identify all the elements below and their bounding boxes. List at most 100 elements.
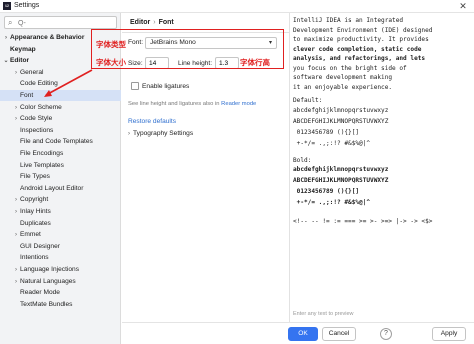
sidebar-item-label: Appearance & Behavior — [10, 34, 85, 41]
preview-intro-line: to maximize productivity. It provides — [293, 36, 429, 43]
chevron-right-icon: › — [15, 116, 17, 123]
preview-bold-line: 0123456789 (){}[] — [293, 188, 360, 195]
chevron-right-icon: › — [15, 69, 17, 76]
sidebar-item-label: Code Editing — [20, 80, 58, 88]
reader-mode-link[interactable]: Reader mode — [221, 101, 256, 107]
sidebar-item-label: General — [20, 68, 44, 76]
chevron-right-icon: › — [15, 232, 17, 239]
ligatures-hint: See line height and ligatures also in Re… — [128, 101, 256, 107]
sidebar-item-live-templates[interactable]: Live Templates — [0, 160, 121, 171]
settings-search[interactable]: ⌕ — [4, 16, 117, 29]
sidebar-item-file-types[interactable]: File Types — [0, 171, 121, 182]
breadcrumb-current: Font — [158, 19, 174, 26]
preview-intro-line: Development Environment (IDE) designed — [293, 26, 433, 34]
sidebar-item-code-style[interactable]: › Code Style — [0, 113, 121, 124]
sidebar-item-natural-languages[interactable]: › Natural Languages — [0, 276, 121, 287]
sidebar-item-file-encodings[interactable]: File Encodings — [0, 148, 121, 159]
restore-defaults-link[interactable]: Restore defaults — [128, 118, 176, 125]
sidebar-item-label: Duplicates — [20, 219, 51, 227]
sidebar-item-reader-mode[interactable]: Reader Mode — [0, 287, 121, 298]
sidebar-item-label: Inspections — [20, 126, 54, 134]
close-window-button[interactable]: ✕ — [452, 0, 474, 13]
sidebar-item-duplicates[interactable]: Duplicates — [0, 218, 121, 229]
font-preview-pane[interactable]: IntelliJ IDEA is an Integrated Developmen… — [289, 13, 474, 322]
title-bar: IJ Settings ✕ — [0, 0, 474, 13]
sidebar-item-label: File Encodings — [20, 150, 64, 157]
preview-intro-line: it an enjoyable experience. — [293, 83, 393, 91]
preview-bold-line: ABCDEFGHIJKLMNOPQRSTUVWXYZ — [293, 177, 389, 184]
sidebar-item-label: Reader Mode — [20, 289, 60, 297]
ligatures-label[interactable]: Enable ligatures — [142, 83, 189, 90]
sidebar-item-language-injections[interactable]: › Language Injections — [0, 264, 121, 275]
window-title: Settings — [14, 2, 40, 9]
chevron-right-icon: › — [15, 267, 17, 273]
sidebar-item-code-editing[interactable]: Code Editing — [0, 78, 121, 89]
sidebar-item-label: File Types — [20, 173, 50, 181]
chevron-right-icon: › — [15, 278, 17, 285]
sidebar-item-copyright[interactable]: › Copyright — [0, 194, 121, 205]
search-input[interactable] — [18, 18, 114, 28]
annotation-line-height: 字体行高 — [240, 58, 270, 67]
preview-intro-line: analysis, and refactorings, and lets — [293, 55, 426, 62]
sidebar-item-label: Color Scheme — [20, 103, 62, 111]
sidebar-item-label: Android Layout Editor — [20, 184, 84, 192]
ligatures-hint-text: See line height and ligatures also in — [128, 101, 220, 107]
sidebar-item-label: Code Style — [20, 115, 53, 123]
sidebar-item-gui-designer[interactable]: GUI Designer — [0, 241, 121, 252]
preview-ligature-line: <!-- -- != := === >= >- >=> |-> -> <$> — [293, 218, 433, 225]
sidebar-item-label: TextMate Bundles — [20, 300, 73, 308]
sidebar-item-label: Font — [20, 92, 34, 99]
sidebar-item-label: Keymap — [10, 45, 36, 53]
chevron-right-icon: › — [128, 131, 130, 137]
sidebar-item-label: Intentions — [20, 254, 49, 262]
preview-default-line: +-*/= .,;:!? #&$%@|^ — [293, 139, 371, 147]
breadcrumb: Editor › Font — [130, 19, 174, 26]
preview-default-line: abcdefghijklmnopqrstuvwxyz — [293, 106, 389, 114]
chevron-right-icon: › — [15, 197, 17, 204]
preview-intro-line: you focus on the bright side of — [293, 64, 407, 72]
ok-button[interactable]: OK — [288, 327, 318, 341]
breadcrumb-parent[interactable]: Editor — [130, 19, 150, 26]
sidebar-item-android-layout-editor[interactable]: Android Layout Editor — [0, 183, 121, 194]
sidebar-item-label: GUI Designer — [20, 242, 60, 250]
sidebar-item-label: Inlay Hints — [20, 208, 51, 215]
chevron-right-icon: › — [15, 209, 17, 215]
sidebar-item-label: Language Injections — [20, 266, 80, 273]
breadcrumb-separator: › — [153, 19, 156, 26]
preview-bold-heading: Bold: — [293, 156, 312, 164]
help-button[interactable]: ? — [380, 328, 392, 340]
annotation-font-size: 字体大小 — [96, 58, 126, 67]
sidebar-item-color-scheme[interactable]: › Color Scheme — [0, 102, 121, 113]
preview-default-line: 0123456789 (){}[] — [293, 128, 360, 136]
typography-settings-toggle[interactable]: › Typography Settings — [128, 130, 193, 137]
sidebar-item-label: Natural Languages — [20, 277, 76, 285]
ligatures-checkbox[interactable] — [131, 82, 139, 90]
preview-default-line: ABCDEFGHIJKLMNOPQRSTUVWXYZ — [293, 117, 389, 125]
sidebar-item-inspections[interactable]: Inspections — [0, 125, 121, 136]
sidebar-item-file-and-code-templates[interactable]: File and Code Templates — [0, 136, 121, 147]
sidebar-item-label: Editor — [10, 57, 30, 65]
chevron-right-icon: › — [15, 104, 17, 111]
search-icon: ⌕ — [8, 18, 13, 27]
sidebar-item-inlay-hints[interactable]: › Inlay Hints — [0, 206, 121, 217]
sidebar-item-intentions[interactable]: Intentions — [0, 252, 121, 263]
preview-placeholder: Enter any text to preview — [293, 311, 354, 317]
sidebar-item-textmate-bundles[interactable]: TextMate Bundles — [0, 299, 121, 310]
preview-intro-line: clever code completion, static code — [293, 45, 422, 53]
apply-button[interactable]: Apply — [432, 327, 466, 341]
chevron-right-icon: › — [5, 35, 7, 41]
sidebar-item-label: Live Templates — [20, 161, 64, 169]
preview-default-heading: Default: — [293, 97, 323, 104]
chevron-down-icon: ⌄ — [3, 58, 9, 65]
preview-intro-line: software development making — [293, 74, 393, 81]
sidebar-item-label: Copyright — [20, 196, 49, 204]
cancel-button[interactable]: Cancel — [322, 327, 356, 341]
sidebar-item-emmet[interactable]: › Emmet — [0, 229, 121, 240]
preview-intro-line: IntelliJ IDEA is an Integrated — [293, 17, 404, 24]
dialog-footer: ? OK Cancel Apply — [122, 322, 474, 344]
sidebar-item-font[interactable]: Font — [0, 90, 121, 101]
preview-bold-line: +-*/= .,;:!? #&$%@|^ — [293, 199, 371, 206]
typography-settings-label: Typography Settings — [133, 130, 194, 137]
sidebar-item-label: File and Code Templates — [20, 138, 93, 146]
app-icon: IJ — [3, 2, 11, 10]
